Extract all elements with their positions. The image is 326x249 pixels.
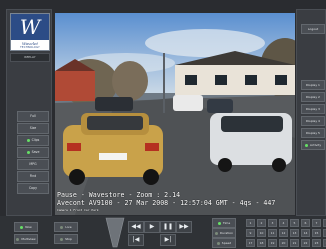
rewind-button[interactable]: ◀◀	[128, 221, 144, 233]
pause-button[interactable]: ❚❚	[160, 221, 176, 233]
mpg-button[interactable]: MPG	[17, 159, 49, 170]
save-button[interactable]: Save	[17, 147, 49, 158]
size-button[interactable]: Size	[17, 123, 49, 134]
stop-button-label: Stop	[65, 237, 72, 241]
numpad-key[interactable]: 13	[290, 229, 299, 237]
activity-led-icon	[304, 143, 308, 147]
logout-button[interactable]: Logout	[301, 24, 325, 34]
display-3-button[interactable]: Display 3	[301, 104, 325, 114]
display-2-button[interactable]: Display 2	[301, 92, 325, 102]
numpad-key[interactable]: 1	[246, 219, 255, 227]
status-overlay-line2: Avecont AV9100 - 27 Mar 2008 - 12:57:04 …	[57, 199, 276, 207]
clips-button-label: Clips	[31, 138, 40, 142]
time-button-label: Time	[222, 221, 231, 225]
stop-led-icon	[60, 237, 64, 241]
numpad-key[interactable]: 22	[301, 239, 310, 247]
logo-letter: W	[11, 14, 49, 40]
duration-led-icon	[214, 231, 218, 235]
numpad-key[interactable]: 20	[279, 239, 288, 247]
activity-button-label: Activity	[309, 143, 322, 147]
numpad-key[interactable]: 7	[312, 219, 321, 227]
clips-button[interactable]: Clips	[17, 135, 49, 146]
right-panel: Logout Display 1 Display 2 Display 3 Dis…	[296, 9, 326, 216]
activity-button[interactable]: Activity	[301, 140, 325, 150]
numpad-key[interactable]: 10	[257, 229, 266, 237]
wavelet-logo: W Wavelet TECHNOLOGY	[10, 13, 50, 51]
save-button-label: Save	[31, 150, 40, 154]
live-button[interactable]: Live	[54, 222, 78, 232]
multiview-button[interactable]: Multiview	[14, 234, 38, 244]
full-button[interactable]: Full	[17, 111, 49, 122]
numpad-key[interactable]: 21	[290, 239, 299, 247]
time-button[interactable]: Time	[212, 218, 236, 228]
fast-forward-button[interactable]: ▶▶	[176, 221, 192, 233]
multiview-button-label: Multiview	[21, 237, 36, 241]
duration-button[interactable]: Duration	[212, 228, 236, 238]
replay-label: REPLAY	[10, 53, 50, 62]
numpad-key[interactable]: 17	[246, 239, 255, 247]
stop-button[interactable]: Stop	[54, 234, 78, 244]
numpad-key[interactable]: 11	[268, 229, 277, 237]
display-5-button[interactable]: Display 5	[301, 128, 325, 138]
numpad-key[interactable]: 23	[312, 239, 321, 247]
find-button-label: Find	[29, 174, 37, 178]
display-1-button[interactable]: Display 1	[301, 80, 325, 90]
clips-led-icon	[26, 138, 30, 142]
multiview-led-icon	[16, 237, 20, 241]
live-led-icon	[60, 225, 64, 229]
live-button-label: Live	[65, 225, 72, 229]
video-view[interactable]: Pause - Wavestore - Zoom : 2.14 Avecont …	[55, 13, 295, 215]
speed-button-label: Speed	[221, 241, 232, 245]
street-scene-image	[55, 13, 295, 215]
play-button[interactable]: ▶	[144, 221, 160, 233]
status-overlay-line1: Pause - Wavestore - Zoom : 2.14	[57, 191, 181, 199]
left-panel: W Wavelet TECHNOLOGY REPLAY Full Size Cl…	[6, 9, 52, 216]
camera-numpad: 1 2 3 4 5 6 7 8 9 10 11 12 13 14 15 16 1…	[246, 219, 326, 247]
numpad-key[interactable]: 9	[246, 229, 255, 237]
full-button-label: Full	[30, 114, 36, 118]
numpad-key[interactable]: 2	[257, 219, 266, 227]
jog-slider[interactable]	[104, 216, 126, 249]
numpad-key[interactable]: 3	[268, 219, 277, 227]
now-led-icon	[20, 225, 24, 229]
camera-name-overlay: Camera 1 Front Car Park	[57, 208, 99, 212]
numpad-key[interactable]: 18	[257, 239, 266, 247]
numpad-key[interactable]: 6	[301, 219, 310, 227]
numpad-key[interactable]: 19	[268, 239, 277, 247]
numpad-key[interactable]: 15	[312, 229, 321, 237]
numpad-key[interactable]: 5	[290, 219, 299, 227]
speed-button[interactable]: Speed	[212, 238, 236, 248]
numpad-key[interactable]: 12	[279, 229, 288, 237]
logo-subbrand: TECHNOLOGY	[20, 46, 40, 49]
duration-button-label: Duration	[219, 231, 234, 235]
app-window: W Wavelet TECHNOLOGY REPLAY Full Size Cl…	[0, 0, 326, 249]
save-led-icon	[26, 150, 30, 154]
mpg-button-label: MPG	[29, 162, 37, 166]
find-button[interactable]: Find	[17, 171, 49, 182]
step-back-button[interactable]: |◀	[128, 234, 144, 246]
size-button-label: Size	[29, 126, 37, 130]
numpad-key[interactable]: 4	[279, 219, 288, 227]
now-button[interactable]: Now	[14, 222, 38, 232]
speed-led-icon	[216, 241, 220, 245]
numpad-key[interactable]: 14	[301, 229, 310, 237]
now-button-label: Now	[25, 225, 32, 229]
step-forward-button[interactable]: ▶|	[160, 234, 176, 246]
copy-button[interactable]: Copy	[17, 183, 49, 194]
copy-button-label: Copy	[28, 186, 38, 190]
display-4-button[interactable]: Display 4	[301, 116, 325, 126]
time-led-icon	[217, 221, 221, 225]
